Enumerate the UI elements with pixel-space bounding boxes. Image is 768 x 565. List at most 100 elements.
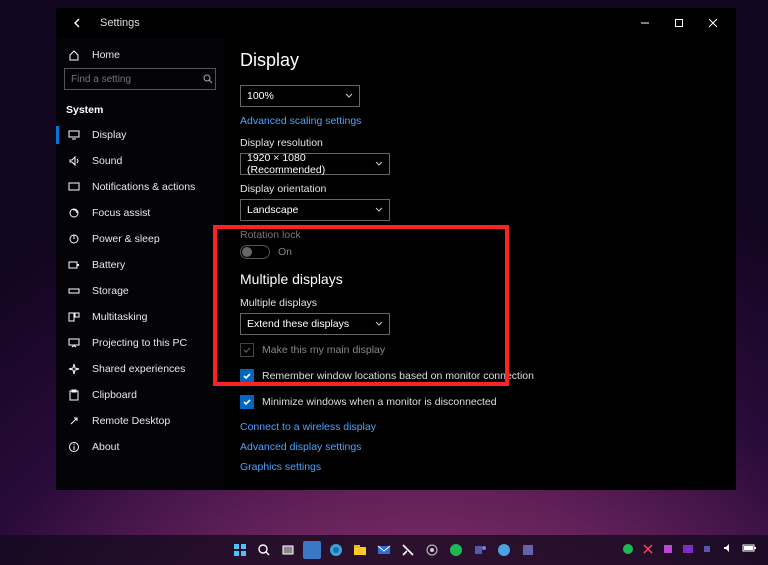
sidebar-home-label: Home [92, 49, 120, 61]
tray-icon[interactable] [622, 543, 636, 557]
display-icon [66, 130, 82, 140]
rotation-toggle: On [240, 245, 720, 259]
sidebar-item-battery[interactable]: Battery [56, 252, 224, 278]
chevron-down-icon [375, 321, 383, 327]
sidebar-item-power[interactable]: Power & sleep [56, 226, 224, 252]
teams-icon[interactable] [471, 541, 489, 559]
window-title: Settings [100, 17, 628, 29]
graphics-settings-link[interactable]: Graphics settings [240, 461, 720, 473]
chevron-down-icon [375, 207, 383, 213]
sidebar-home[interactable]: Home [56, 42, 224, 68]
remote-icon [66, 415, 82, 427]
storage-icon [66, 287, 82, 295]
sidebar-item-remote[interactable]: Remote Desktop [56, 408, 224, 434]
back-button[interactable] [62, 8, 94, 38]
sidebar-item-multitasking[interactable]: Multitasking [56, 304, 224, 330]
clipboard-icon [66, 389, 82, 401]
sidebar-item-display[interactable]: Display [56, 122, 224, 148]
scale-value: 100% [247, 90, 274, 102]
taskview-icon[interactable] [279, 541, 297, 559]
tray-battery-icon[interactable] [742, 543, 760, 557]
shared-icon [66, 363, 82, 375]
maximize-button[interactable] [662, 8, 696, 38]
sidebar-item-shared[interactable]: Shared experiences [56, 356, 224, 382]
resolution-label: Display resolution [240, 137, 720, 149]
tray-teams-icon[interactable] [702, 543, 716, 557]
sidebar-item-focus[interactable]: Focus assist [56, 200, 224, 226]
sidebar-item-label: Notifications & actions [92, 181, 195, 193]
toggle-track [240, 245, 270, 259]
spotify-icon[interactable] [447, 541, 465, 559]
sound-icon [66, 156, 82, 166]
advanced-display-link[interactable]: Advanced display settings [240, 441, 720, 453]
tray-onenote-icon[interactable] [682, 543, 696, 557]
orientation-label: Display orientation [240, 183, 720, 195]
resolution-value: 1920 × 1080 (Recommended) [247, 152, 375, 176]
orientation-value: Landscape [247, 204, 298, 216]
home-icon [66, 49, 82, 61]
sidebar-item-label: About [92, 441, 119, 453]
sidebar-item-label: Multitasking [92, 311, 147, 323]
sidebar-item-notifications[interactable]: Notifications & actions [56, 174, 224, 200]
sidebar-item-about[interactable]: About [56, 434, 224, 460]
sidebar: Home System Display Sound Notifications … [56, 38, 224, 490]
explorer-icon[interactable] [351, 541, 369, 559]
sidebar-item-label: Projecting to this PC [92, 337, 187, 349]
minimize-button[interactable] [628, 8, 662, 38]
sidebar-item-label: Battery [92, 259, 125, 271]
minimize-checkbox-row[interactable]: Minimize windows when a monitor is disco… [240, 395, 720, 409]
search-box[interactable] [64, 68, 216, 90]
remember-checkbox-row[interactable]: Remember window locations based on monit… [240, 369, 720, 383]
tray-icon[interactable] [642, 543, 656, 557]
sidebar-item-projecting[interactable]: Projecting to this PC [56, 330, 224, 356]
chevron-down-icon [345, 93, 353, 99]
multiple-displays-heading: Multiple displays [240, 271, 720, 287]
settings-window: Settings Home System Display Sou [56, 8, 736, 490]
advanced-scaling-link[interactable]: Advanced scaling settings [240, 115, 720, 127]
sidebar-item-label: Shared experiences [92, 363, 185, 375]
mail-icon[interactable] [375, 541, 393, 559]
notifications-icon [66, 182, 82, 192]
taskbar [0, 535, 768, 565]
taskbar-center [231, 541, 537, 559]
app-icon[interactable] [399, 541, 417, 559]
scale-combo[interactable]: 100% [240, 85, 360, 107]
taskbar-search-icon[interactable] [255, 541, 273, 559]
sidebar-item-label: Storage [92, 285, 129, 297]
search-input[interactable] [71, 74, 203, 85]
multi-value: Extend these displays [247, 318, 349, 330]
rotation-label: Rotation lock [240, 229, 720, 241]
app-icon[interactable] [519, 541, 537, 559]
multi-label: Multiple displays [240, 297, 720, 309]
checkbox-icon [240, 395, 254, 409]
remember-label: Remember window locations based on monit… [262, 370, 534, 382]
about-icon [66, 441, 82, 453]
resolution-combo[interactable]: 1920 × 1080 (Recommended) [240, 153, 390, 175]
settings-icon[interactable] [423, 541, 441, 559]
orientation-combo[interactable]: Landscape [240, 199, 390, 221]
tray-icon[interactable] [662, 543, 676, 557]
start-icon[interactable] [231, 541, 249, 559]
main-display-checkbox-row: Make this my main display [240, 343, 720, 357]
battery-icon [66, 261, 82, 269]
multi-displays-combo[interactable]: Extend these displays [240, 313, 390, 335]
edge-icon[interactable] [327, 541, 345, 559]
page-title: Display [240, 50, 720, 71]
sidebar-item-label: Sound [92, 155, 122, 167]
close-button[interactable] [696, 8, 730, 38]
sidebar-item-label: Focus assist [92, 207, 150, 219]
multitasking-icon [66, 312, 82, 322]
power-icon [66, 233, 82, 245]
rotation-state: On [278, 246, 292, 258]
sidebar-item-label: Clipboard [92, 389, 137, 401]
tray-volume-icon[interactable] [722, 543, 736, 557]
sidebar-item-storage[interactable]: Storage [56, 278, 224, 304]
focus-icon [66, 207, 82, 219]
sidebar-item-clipboard[interactable]: Clipboard [56, 382, 224, 408]
wireless-display-link[interactable]: Connect to a wireless display [240, 421, 720, 433]
app-icon[interactable] [495, 541, 513, 559]
checkbox-icon [240, 343, 254, 357]
app-icon[interactable] [303, 541, 321, 559]
chevron-down-icon [375, 161, 383, 167]
sidebar-item-sound[interactable]: Sound [56, 148, 224, 174]
